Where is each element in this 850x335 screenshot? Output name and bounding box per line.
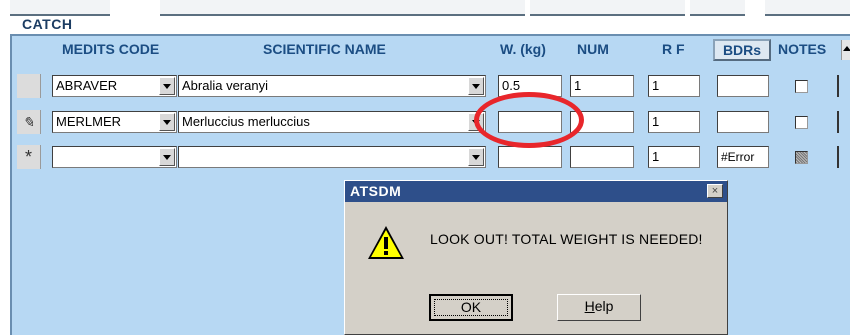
notes-checkbox[interactable] [795, 151, 808, 164]
notes-field-edge [837, 75, 841, 97]
header-medits-code: MEDITS CODE [62, 41, 160, 57]
alert-dialog: ATSDM × LOOK OUT! TOTAL WEIGHT IS NEEDED… [344, 180, 728, 335]
arrow-up-icon [843, 46, 850, 51]
bdrs-field[interactable] [717, 75, 769, 97]
bdrs-field[interactable]: #Error [717, 146, 769, 168]
scientific-name-dropdown-button[interactable] [468, 77, 484, 95]
dialog-title-bar[interactable]: ATSDM × [345, 181, 727, 202]
record-selector-editing[interactable]: ✎ [17, 110, 41, 134]
header-num: NUM [577, 41, 609, 57]
medits-code-dropdown-button[interactable] [159, 148, 175, 166]
scientific-name-dropdown-button[interactable] [468, 148, 484, 166]
num-field[interactable] [570, 146, 634, 168]
section-title: CATCH [22, 16, 73, 32]
header-scientific-name: SCIENTIFIC NAME [263, 41, 386, 57]
top-field-segment [160, 0, 525, 16]
bdrs-field[interactable] [717, 111, 769, 133]
notes-field-edge [837, 111, 841, 133]
warning-icon [368, 226, 404, 259]
top-field-segment [690, 0, 745, 16]
top-strip [0, 0, 850, 18]
ok-button[interactable]: OK [429, 294, 513, 321]
scientific-name-field[interactable] [178, 146, 486, 168]
notes-checkbox[interactable] [795, 116, 808, 129]
record-selector[interactable] [17, 74, 41, 98]
rf-field[interactable]: 1 [648, 146, 700, 168]
highlight-ellipse [474, 92, 584, 148]
top-field-segment [10, 0, 110, 16]
header-notes: NOTES [778, 41, 827, 57]
top-field-segment [765, 0, 850, 16]
rf-field[interactable]: 1 [648, 75, 700, 97]
scientific-name-field[interactable]: Abralia veranyi [178, 75, 486, 97]
help-button-label: elp [594, 298, 614, 314]
help-button-accelerator: H [584, 298, 595, 314]
scientific-name-field[interactable]: Merluccius merluccius [178, 111, 486, 133]
dialog-message: LOOK OUT! TOTAL WEIGHT IS NEEDED! [430, 231, 703, 247]
notes-field-edge [837, 146, 841, 168]
focus-rectangle [434, 299, 508, 316]
weight-field[interactable] [498, 146, 562, 168]
help-button[interactable]: Help [557, 294, 641, 321]
dialog-title: ATSDM [350, 183, 402, 199]
bdrs-button[interactable]: BDRs [713, 39, 771, 61]
scroll-up-arrow[interactable] [841, 40, 850, 60]
notes-checkbox[interactable] [795, 80, 808, 93]
num-field[interactable]: 1 [570, 75, 634, 97]
close-icon[interactable]: × [707, 184, 723, 198]
rf-field[interactable]: 1 [648, 111, 700, 133]
record-selector-new[interactable]: * [17, 145, 41, 169]
header-rf: R F [662, 41, 685, 57]
top-field-segment [530, 0, 685, 16]
header-weight: W. (kg) [500, 41, 546, 57]
medits-code-dropdown-button[interactable] [159, 113, 175, 131]
medits-code-dropdown-button[interactable] [159, 77, 175, 95]
